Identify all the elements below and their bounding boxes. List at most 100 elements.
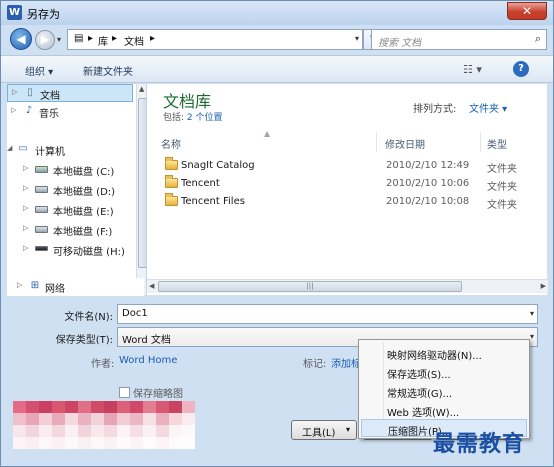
view-options-icon[interactable]: ☷ ▾ [463,63,482,76]
organize-button[interactable]: 组织 ▾ [25,63,53,78]
breadcrumb-separator: ▸ [112,33,118,44]
expand-arrow-icon[interactable]: ▷ [23,244,28,252]
file-name: SnagIt Catalog [181,160,255,171]
search-placeholder: 搜索 文档 [378,38,422,49]
nav-item-drive-c[interactable]: ▷ 本地磁盘 (C:) [7,161,133,179]
column-header-modified[interactable]: 修改日期 [381,132,481,152]
tools-button[interactable]: 工具(L) ▾ [291,420,357,440]
help-icon[interactable]: ? [513,61,529,77]
filename-input[interactable]: Doc1 ▾ [117,304,538,324]
search-icon[interactable]: ⌕ [535,32,541,46]
expand-arrow-icon[interactable]: ▷ [17,281,22,289]
tools-button-label: 工具(L) [302,428,336,439]
library-icon: ▤ [74,33,84,44]
nav-item-label: 本地磁盘 (D:) [53,187,116,198]
file-name: Tencent [181,178,220,189]
file-row[interactable]: Tencent 2010/2/10 10:06 文件夹 [157,175,537,193]
folder-icon [165,175,178,188]
arrange-by-label: 排列方式: [413,104,457,115]
menu-item-web-options[interactable]: Web 选项(W)... [361,401,527,419]
nav-item-drive-d[interactable]: ▷ 本地磁盘 (D:) [7,181,133,199]
tools-dropdown-icon: ▾ [345,425,350,434]
breadcrumb-library[interactable]: 库 [98,33,108,48]
pixelated-region [13,401,195,449]
scroll-right-icon[interactable]: ▶ [541,282,546,290]
windows-drive-icon [35,163,48,175]
nav-item-documents[interactable]: ▷ ▯ 文档 [7,84,133,102]
expand-arrow-icon[interactable]: ▷ [23,204,28,212]
savetype-label: 保存类型(T): [55,335,113,346]
document-icon: ▯ [27,87,33,98]
drive-icon [35,183,48,195]
includes-locations-link[interactable]: 2 个位置 [187,113,223,123]
filename-dropdown-icon[interactable]: ▾ [530,309,534,318]
collapse-arrow-icon[interactable]: ◢ [7,144,12,152]
file-type: 文件夹 [487,182,517,193]
file-date: 2010/2/10 10:08 [386,196,470,207]
nav-item-label: 文档 [40,91,60,102]
breadcrumb-documents[interactable]: 文档 [124,33,144,48]
word-app-icon: W [7,5,22,20]
recent-pages-icon[interactable]: ▾ [57,35,61,44]
file-row[interactable]: SnagIt Catalog 2010/2/10 12:49 文件夹 [157,157,537,175]
horizontal-scrollbar[interactable]: ◀ ||| ▶ [147,279,548,293]
drive-icon [35,223,48,235]
column-header-type[interactable]: 类型 [483,132,543,152]
nav-item-drive-e[interactable]: ▷ 本地磁盘 (E:) [7,201,133,219]
expand-arrow-icon[interactable]: ▷ [23,184,28,192]
forward-button[interactable]: ▶ [35,30,55,50]
nav-item-drive-h[interactable]: ▷ 可移动磁盘 (H:) [7,241,133,259]
nav-item-music[interactable]: ▷ ♪ 音乐 [7,103,133,121]
tags-value[interactable]: 添加标 [331,355,361,370]
file-date: 2010/2/10 10:06 [386,178,470,189]
expand-arrow-icon[interactable]: ▷ [12,88,17,96]
expand-arrow-icon[interactable]: ▷ [23,224,28,232]
includes-label: 包括: [163,113,187,123]
save-thumbnail-checkbox[interactable] [119,387,130,398]
breadcrumb-separator: ▸ [88,33,94,44]
savetype-value: Word 文档 [122,335,171,346]
horizontal-scroll-thumb[interactable]: ||| [158,281,462,292]
nav-item-drive-f[interactable]: ▷ 本地磁盘 (F:) [7,221,133,239]
removable-drive-icon [35,243,48,255]
menu-item-map-network-drive[interactable]: 映射网络驱动器(N)... [361,344,527,362]
breadcrumb-separator: ▸ [150,33,156,44]
column-header-name[interactable]: 名称 [157,132,377,152]
title-bar: W 另存为 ✕ [1,1,553,25]
drive-icon [35,203,48,215]
file-date: 2010/2/10 12:49 [386,160,470,171]
address-row: ◀ ▶ ▾ ▤ ▸ 库 ▸ 文档 ▸ ▾ ↻ 搜索 文档 ⌕ [1,25,553,55]
scroll-left-icon[interactable]: ◀ [149,282,154,290]
arrange-by-dropdown[interactable]: 文件夹 ▾ [469,100,507,115]
close-button[interactable]: ✕ [507,2,547,20]
file-list-pane: 文档库 包括: 2 个位置 排列方式: 文件夹 ▾ ▲ 名称 修改日期 类型 S… [146,84,548,295]
nav-item-network[interactable]: ▷ ⊞ 网络 [7,278,144,296]
nav-item-computer[interactable]: ◢ ▭ 计算机 [7,141,133,159]
expand-arrow-icon[interactable]: ▷ [23,164,28,172]
back-button[interactable]: ◀ [10,28,32,50]
savetype-dropdown-icon[interactable]: ▾ [530,332,534,341]
file-name: Tencent Files [181,196,245,207]
nav-item-label: 本地磁盘 (C:) [53,167,115,178]
tags-label: 标记: [303,359,327,370]
filename-label: 文件名(N): [64,312,113,323]
file-row[interactable]: Tencent Files 2010/2/10 10:08 文件夹 [157,193,537,211]
filename-value: Doc1 [122,308,148,319]
command-toolbar: 组织 ▾ 新建文件夹 ☷ ▾ ? [1,55,553,83]
new-folder-button[interactable]: 新建文件夹 [83,63,133,78]
nav-item-label: 计算机 [35,147,65,158]
author-value[interactable]: Word Home [119,355,177,366]
menu-item-save-options[interactable]: 保存选项(S)... [361,363,527,381]
scroll-up-icon[interactable]: ▲ [139,85,144,93]
expand-arrow-icon[interactable]: ▷ [11,106,16,114]
tools-dropdown-menu: 映射网络驱动器(N)... 保存选项(S)... 常规选项(G)... Web … [358,339,530,439]
computer-icon: ▭ [18,143,28,154]
menu-item-general-options[interactable]: 常规选项(G)... [361,382,527,400]
music-icon: ♪ [25,105,33,116]
nav-item-label: 本地磁盘 (F:) [53,227,113,238]
search-input[interactable]: 搜索 文档 ⌕ [371,29,547,50]
library-includes: 包括: 2 个位置 [163,110,223,123]
address-dropdown-icon[interactable]: ▾ [355,34,359,43]
file-type: 文件夹 [487,164,517,175]
address-bar[interactable]: ▤ ▸ 库 ▸ 文档 ▸ ▾ [67,29,363,50]
